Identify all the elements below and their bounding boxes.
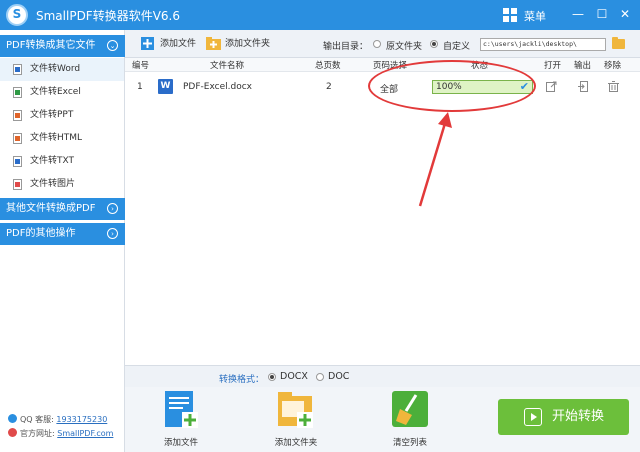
sidebar: PDF转换成其它文件 ⌄ 文件转Word 文件转Excel 文件转PPT 文件转… (0, 30, 125, 452)
row-page-range[interactable]: 全部 (380, 82, 398, 95)
add-folder-large-icon (278, 391, 314, 429)
col-header-range: 页码选择 (373, 61, 408, 71)
table-row[interactable]: 1 W PDF-Excel.docx 2 全部 100% ✔ (125, 73, 640, 101)
output-folder-icon[interactable] (578, 81, 589, 92)
category-label: PDF的其他操作 (6, 228, 76, 239)
maximize-button[interactable]: ☐ (592, 4, 612, 24)
sidebar-item-label: 文件转PPT (30, 110, 74, 120)
output-path-input[interactable]: c:\users\jackli\desktop\ (480, 38, 606, 51)
word-doc-icon: W (158, 79, 173, 94)
table-header: 编号 文件名称 总页数 页码选择 状态 打开 输出 移除 (125, 58, 640, 72)
bottom-bar: 添加文件 添加文件夹 清空列表 开始转换 (125, 387, 640, 452)
sidebar-item-label: 文件转Word (30, 64, 81, 74)
txt-file-icon (13, 156, 22, 167)
broom-icon (392, 391, 428, 429)
play-icon (524, 408, 542, 426)
add-folder-button[interactable]: 添加文件夹 (206, 37, 270, 51)
chevron-down-icon: ⌄ (107, 40, 118, 51)
sidebar-item-excel[interactable]: 文件转Excel (0, 81, 124, 104)
col-header-open: 打开 (544, 61, 562, 71)
col-header-index: 编号 (132, 61, 150, 71)
start-convert-button[interactable]: 开始转换 (498, 399, 629, 435)
home-icon (8, 428, 17, 437)
add-folder-icon (206, 37, 221, 50)
browse-folder-icon[interactable] (612, 37, 625, 49)
official-site: 官方网址: SmallPDF.com (8, 428, 113, 439)
excel-file-icon (13, 87, 22, 98)
minimize-button[interactable]: — (568, 4, 588, 24)
image-file-icon (13, 179, 22, 190)
add-file-button[interactable]: 添加文件 (141, 37, 196, 51)
word-file-icon (13, 64, 22, 75)
sidebar-item-image[interactable]: 文件转图片 (0, 173, 124, 196)
qq-link[interactable]: 1933175230 (56, 415, 107, 424)
sidebar-item-label: 文件转HTML (30, 133, 83, 143)
chevron-right-icon: › (107, 228, 118, 239)
col-header-remove: 移除 (604, 61, 622, 71)
radio-doc[interactable] (316, 373, 324, 381)
menu-button[interactable]: 菜单 (524, 8, 546, 24)
bottom-add-file-button[interactable]: 添加文件 (146, 391, 216, 451)
check-icon: ✔ (519, 80, 529, 93)
sidebar-item-label: 文件转TXT (30, 156, 75, 166)
sidebar-item-label: 文件转Excel (30, 87, 81, 97)
row-page-count: 2 (326, 82, 332, 92)
radio-custom-label: 自定义 (443, 42, 471, 52)
radio-custom[interactable] (430, 40, 438, 48)
radio-doc-label: DOC (328, 371, 350, 382)
open-file-icon[interactable] (546, 81, 557, 92)
col-header-pages: 总页数 (315, 61, 341, 71)
col-header-name: 文件名称 (210, 61, 245, 71)
ppt-file-icon (13, 110, 22, 121)
qq-icon (8, 414, 17, 423)
close-button[interactable]: ✕ (615, 4, 635, 24)
trash-icon[interactable] (608, 81, 619, 92)
add-file-large-icon (163, 391, 199, 429)
col-header-output: 输出 (574, 61, 592, 71)
format-bar: 转换格式： DOCX DOC (125, 365, 640, 387)
col-header-status: 状态 (471, 61, 489, 71)
radio-original-label: 原文件夹 (386, 42, 423, 52)
category-pdf-other-ops[interactable]: PDF的其他操作 › (0, 223, 125, 245)
sidebar-item-label: 文件转图片 (30, 179, 76, 189)
app-logo-icon (6, 4, 28, 26)
html-file-icon (13, 133, 22, 144)
radio-docx[interactable] (268, 373, 276, 381)
toolbar: 添加文件 添加文件夹 输出目录： 原文件夹 自定义 c:\users\jackl… (125, 30, 640, 58)
format-label: 转换格式： (219, 375, 265, 385)
annotation-arrow-icon (418, 112, 452, 207)
output-dir-label: 输出目录： (323, 42, 369, 52)
clear-list-button[interactable]: 清空列表 (375, 391, 445, 451)
add-file-icon (141, 37, 154, 50)
menu-grid-icon[interactable] (503, 8, 517, 22)
site-link[interactable]: SmallPDF.com (57, 429, 113, 438)
sidebar-item-html[interactable]: 文件转HTML (0, 127, 124, 150)
sidebar-item-txt[interactable]: 文件转TXT (0, 150, 124, 173)
category-other-to-pdf[interactable]: 其他文件转换成PDF › (0, 198, 125, 220)
radio-docx-label: DOCX (280, 371, 308, 382)
category-label: PDF转换成其它文件 (6, 40, 96, 51)
status-progress-bar: 100% ✔ (432, 80, 533, 94)
row-index: 1 (137, 82, 143, 92)
qq-support: QQ 客服: 1933175230 (8, 414, 107, 425)
app-title: SmallPDF转换器软件V6.6 (36, 9, 181, 23)
bottom-add-folder-button[interactable]: 添加文件夹 (261, 391, 331, 451)
sidebar-item-word[interactable]: 文件转Word (0, 58, 124, 81)
category-label: 其他文件转换成PDF (6, 203, 96, 214)
row-file-name: PDF-Excel.docx (183, 82, 252, 92)
radio-original-folder[interactable] (373, 40, 381, 48)
category-pdf-to-other[interactable]: PDF转换成其它文件 ⌄ (0, 35, 125, 57)
chevron-right-icon: › (107, 203, 118, 214)
title-bar: SmallPDF转换器软件V6.6 菜单 — ☐ ✕ (0, 0, 640, 30)
sidebar-item-ppt[interactable]: 文件转PPT (0, 104, 124, 127)
progress-text: 100% (436, 82, 462, 92)
